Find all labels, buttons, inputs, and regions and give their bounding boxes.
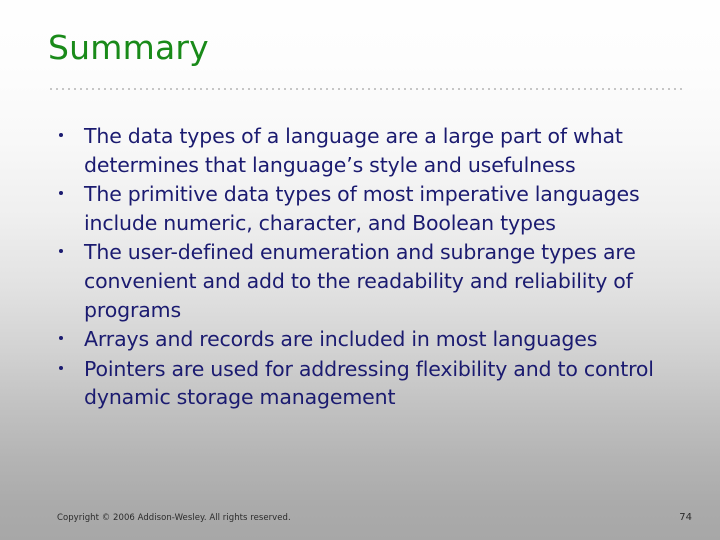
list-item: Pointers are used for addressing flexibi… — [50, 355, 696, 412]
page-title: Summary — [48, 28, 209, 67]
page-number: 74 — [679, 512, 692, 523]
bullet-dot-icon — [59, 133, 63, 137]
list-item-text: The data types of a language are a large… — [84, 124, 623, 177]
list-item: The data types of a language are a large… — [50, 122, 696, 179]
bullet-dot-icon — [59, 249, 63, 254]
list-item-text: Arrays and records are included in most … — [84, 327, 598, 352]
bullet-dot-icon — [59, 191, 63, 196]
list-item: Arrays and records are included in most … — [50, 325, 696, 354]
copyright-notice: Copyright © 2006 Addison-Wesley. All rig… — [57, 513, 291, 523]
bullet-dot-icon — [59, 336, 63, 341]
list-item-text: The user-defined enumeration and subrang… — [84, 240, 636, 322]
slide-canvas: Summary The data types of a language are… — [0, 0, 720, 540]
list-item: The user-defined enumeration and subrang… — [50, 238, 696, 324]
title-divider — [48, 88, 682, 90]
bullet-dot-icon — [59, 365, 63, 370]
title-block: Summary — [48, 28, 688, 67]
slide-footer: Copyright © 2006 Addison-Wesley. All rig… — [0, 508, 720, 530]
list-item-text: The primitive data types of most imperat… — [84, 182, 640, 235]
bullet-list: The data types of a language are a large… — [50, 122, 696, 413]
list-item-text: Pointers are used for addressing flexibi… — [84, 356, 654, 410]
list-item: The primitive data types of most imperat… — [50, 180, 696, 237]
